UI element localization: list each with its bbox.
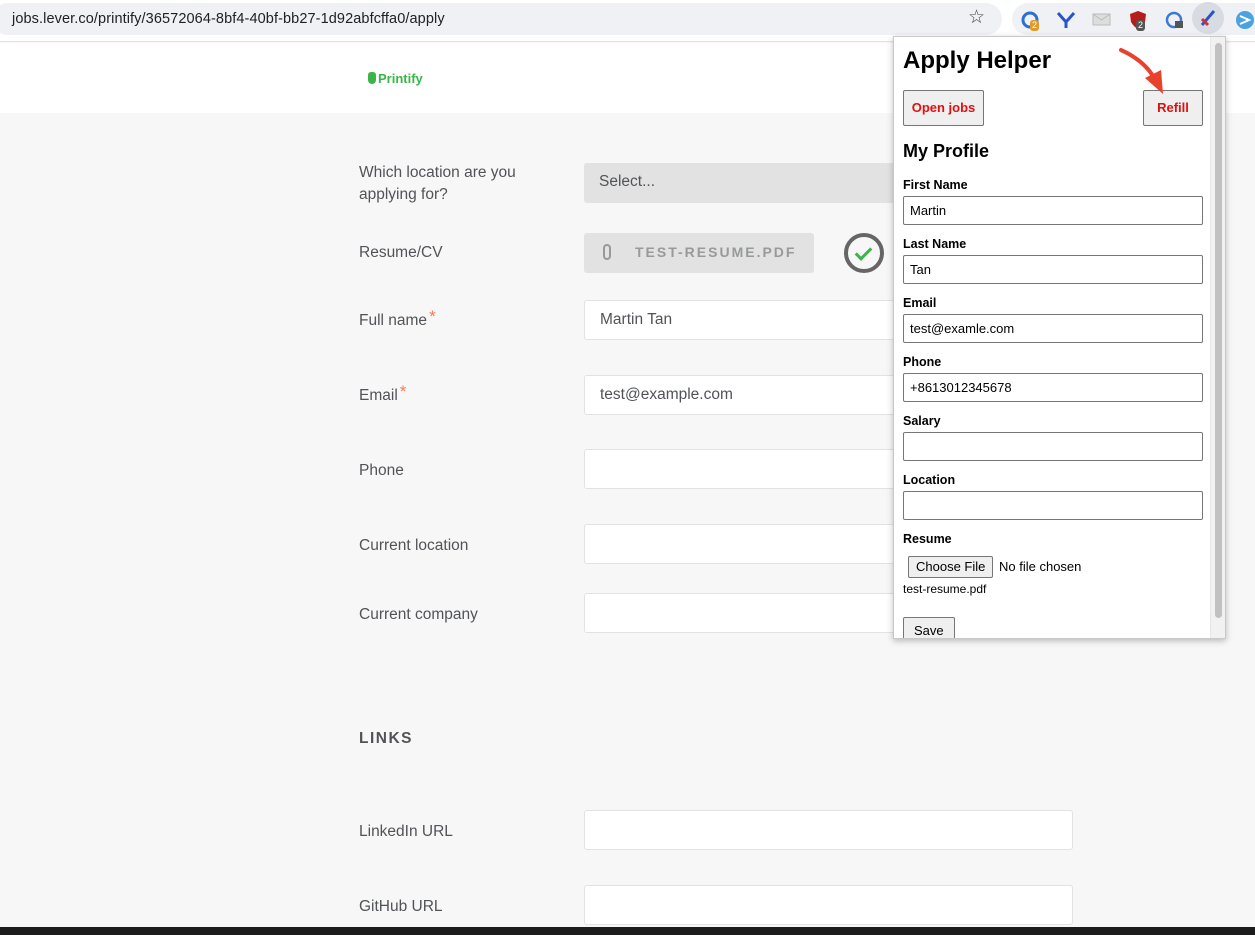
apply-helper-icon [1200,10,1216,27]
resume-label: Resume/CV [359,244,443,261]
first-name-label: First Name [903,178,968,192]
salary-label: Salary [903,414,941,428]
email-label: Email * [359,382,407,407]
required-asterisk: * [399,382,407,401]
linkedin-label: LinkedIn URL [359,823,453,840]
apply-helper-popup: Apply Helper Open jobs Refill My Profile… [893,36,1226,639]
annotation-arrow-icon [1119,48,1163,94]
location-field[interactable] [903,491,1203,520]
refresh-lock-icon[interactable] [1164,10,1186,32]
salary-field[interactable] [903,432,1203,461]
scrollbar-thumb[interactable] [1215,43,1222,618]
resume-upload-button[interactable]: TEST-RESUME.PDF [584,233,814,273]
no-file-text: No file chosen [999,559,1082,574]
phone-label: Phone [903,355,942,369]
resume-label: Resume [903,532,952,546]
email-field[interactable]: test@examle.com [903,314,1203,343]
github-label: GitHub URL [359,898,443,915]
fullname-label: Full name * [359,307,436,332]
github-input[interactable] [584,885,1073,925]
fullname-label-text: Full name [359,312,428,329]
save-button[interactable]: Save [903,617,955,638]
last-name-field[interactable]: Tan [903,255,1203,284]
current-location-label: Current location [359,537,469,554]
arrow-ext-icon[interactable] [1235,10,1255,30]
paperclip-icon [603,244,611,260]
email-label-text: Email [359,387,398,404]
address-bar[interactable]: jobs.lever.co/printify/36572064-8bf4-40b… [0,3,1002,35]
last-name-label: Last Name [903,237,967,251]
extension-badge: 2 [1030,20,1040,31]
location-question-label: Which location are you applying for? [359,164,516,203]
links-section-title: LINKS [359,730,413,747]
current-company-label: Current company [359,606,478,623]
extension-badge: 2 [1136,20,1146,31]
vpn-icon[interactable] [1056,10,1076,30]
mail-icon[interactable] [1092,13,1112,27]
location-label: Location [903,473,956,487]
url-text[interactable]: jobs.lever.co/printify/36572064-8bf4-40b… [12,11,445,27]
printify-logo-icon [368,72,376,84]
phone-field[interactable]: +8613012345678 [903,373,1203,402]
my-profile-heading: My Profile [903,141,990,161]
choose-file-button[interactable]: Choose File [908,556,994,578]
required-asterisk: * [429,307,436,326]
resume-file-name: test-resume.pdf [903,582,987,596]
popup-scrollbar[interactable] [1210,37,1225,638]
email-label: Email [903,296,937,310]
apply-helper-extension-button[interactable] [1192,2,1224,34]
brand-name: Printify [378,71,423,86]
bottom-edge [0,927,1255,935]
first-name-field[interactable]: Martin [903,196,1203,225]
bookmark-star-icon[interactable]: ☆ [968,6,985,29]
popup-title: Apply Helper [903,47,1052,74]
linkedin-input[interactable] [584,810,1073,850]
open-jobs-button[interactable]: Open jobs [903,90,984,126]
printify-logo[interactable]: Printify [368,71,423,86]
phone-label: Phone [359,462,404,479]
upload-success-icon [844,233,884,273]
